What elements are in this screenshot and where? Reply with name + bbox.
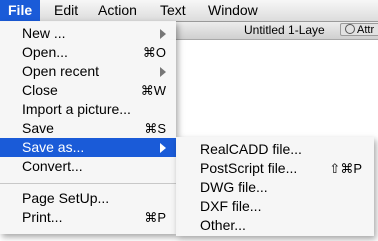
menu-file[interactable]: File <box>0 0 41 21</box>
window-title: Untitled 1-Laye <box>244 23 325 37</box>
menu-item-close[interactable]: Close ⌘W <box>0 81 176 100</box>
menu-separator <box>0 183 176 184</box>
menu-item-label: Save as... <box>22 139 85 155</box>
menu-item-label: Page SetUp... <box>22 190 110 206</box>
menu-bar: File Edit Action Text Window <box>0 0 378 22</box>
menu-item-save-as[interactable]: Save as... <box>0 138 176 157</box>
menu-item-page-setup[interactable]: Page SetUp... <box>0 189 176 208</box>
window-title-bar: Untitled 1-Laye Attr <box>170 22 378 40</box>
menu-action[interactable]: Action <box>90 0 145 21</box>
submenu-item-label: DWG file... <box>200 179 268 195</box>
submenu-arrow-icon <box>160 67 166 77</box>
menu-edit[interactable]: Edit <box>46 0 86 21</box>
attributes-label: Attr <box>357 24 375 36</box>
file-menu: New ... Open... ⌘O Open recent Close ⌘W … <box>0 21 176 234</box>
submenu-item-postscript[interactable]: PostScript file... ⇧⌘P <box>176 159 374 178</box>
submenu-arrow-icon <box>160 29 166 39</box>
save-as-submenu: RealCADD file... PostScript file... ⇧⌘P … <box>176 137 374 236</box>
menu-item-open-recent[interactable]: Open recent <box>0 62 176 81</box>
shortcut-label: ⌘P <box>144 210 166 225</box>
menu-item-label: Convert... <box>22 158 83 174</box>
menu-item-new[interactable]: New ... <box>0 24 176 43</box>
submenu-item-other[interactable]: Other... <box>176 216 374 235</box>
menu-item-import-picture[interactable]: Import a picture... <box>0 100 176 119</box>
circle-icon <box>345 24 355 34</box>
shortcut-label: ⇧⌘P <box>329 161 362 176</box>
menu-item-print[interactable]: Print... ⌘P <box>0 208 176 227</box>
menu-item-label: Print... <box>22 209 63 225</box>
menu-item-open[interactable]: Open... ⌘O <box>0 43 176 62</box>
shortcut-label: ⌘S <box>144 121 166 136</box>
submenu-item-label: Other... <box>200 217 246 233</box>
submenu-item-dwg[interactable]: DWG file... <box>176 178 374 197</box>
menu-text[interactable]: Text <box>152 0 194 21</box>
submenu-item-realcadd[interactable]: RealCADD file... <box>176 140 374 159</box>
menu-item-label: Save <box>22 120 54 136</box>
submenu-item-dxf[interactable]: DXF file... <box>176 197 374 216</box>
menu-item-label: Close <box>22 82 58 98</box>
submenu-item-label: DXF file... <box>200 198 262 214</box>
menu-item-label: New ... <box>22 25 66 41</box>
menu-item-label: Open... <box>22 44 68 60</box>
attributes-button[interactable]: Attr <box>340 23 378 36</box>
menu-item-save[interactable]: Save ⌘S <box>0 119 176 138</box>
submenu-arrow-icon <box>160 143 166 153</box>
menu-window[interactable]: Window <box>200 0 266 21</box>
menu-item-label: Import a picture... <box>22 101 131 117</box>
shortcut-label: ⌘W <box>140 83 166 98</box>
submenu-item-label: PostScript file... <box>200 160 298 176</box>
menu-item-convert[interactable]: Convert... <box>0 157 176 176</box>
submenu-item-label: RealCADD file... <box>200 141 302 157</box>
shortcut-label: ⌘O <box>142 45 166 60</box>
menu-item-label: Open recent <box>22 63 100 79</box>
